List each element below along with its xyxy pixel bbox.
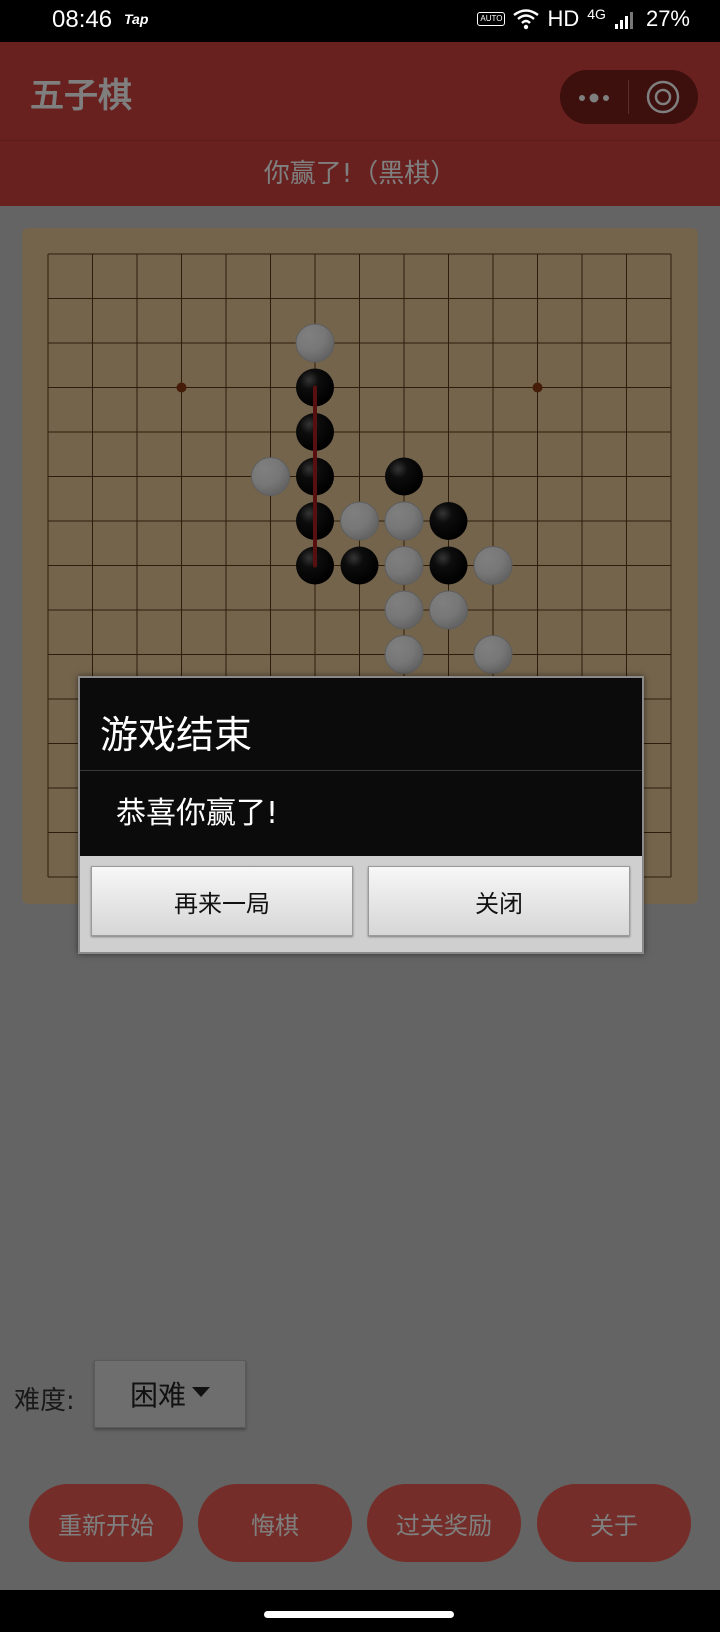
taptap-icon: Tap [124,11,149,27]
auto-hz-icon: AUTO [477,12,506,26]
game-over-dialog: 游戏结束 恭喜你赢了! 再来一局 关闭 [78,676,644,954]
status-bar: 08:46 Tap AUTO HD 4G 27% [0,0,720,42]
dialog-button-bar: 再来一局 关闭 [80,856,642,952]
home-indicator[interactable] [264,1611,454,1618]
dialog-message: 恭喜你赢了! [116,796,279,831]
network-type: 4G [587,6,606,22]
status-time: 08:46 [52,6,113,33]
dialog-divider [80,770,642,771]
signal-icon [614,12,633,29]
wifi-icon [513,9,540,30]
hd-indicator: HD [547,6,580,31]
play-again-button[interactable]: 再来一局 [91,866,353,936]
close-dialog-button[interactable]: 关闭 [368,866,630,936]
dialog-title: 游戏结束 [100,713,253,757]
status-indicators: AUTO HD 4G 27% [477,6,690,32]
battery-level: 27% [645,6,690,31]
